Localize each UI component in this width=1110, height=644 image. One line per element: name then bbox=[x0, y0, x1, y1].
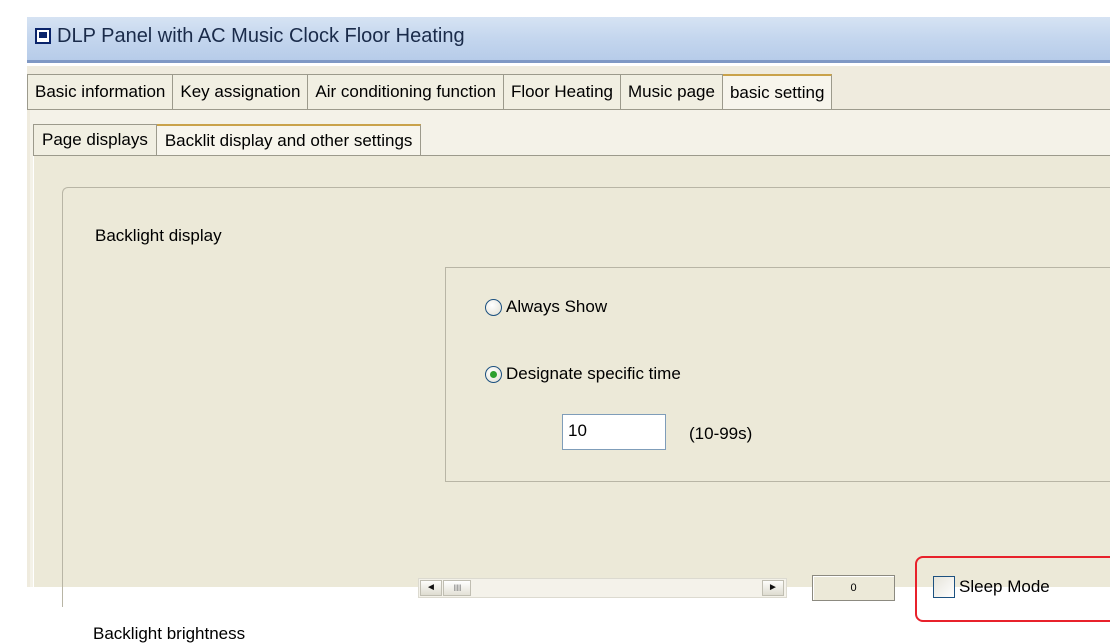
tab-key-assignation[interactable]: Key assignation bbox=[173, 74, 309, 109]
backlight-time-range-label: (10-99s) bbox=[689, 424, 753, 443]
backlight-brightness-value: 0 bbox=[812, 575, 895, 601]
main-tab-bar: Basic information Key assignation Air co… bbox=[27, 74, 833, 109]
backlight-display-label: Backlight display bbox=[95, 226, 222, 245]
backlit-settings-content: Backlight display Always Show Designate … bbox=[33, 156, 1110, 643]
backlight-display-options-group: Always Show Designate specific time 10 (… bbox=[445, 267, 1110, 482]
tab-page-displays[interactable]: Page displays bbox=[33, 124, 157, 155]
tab-music-page[interactable]: Music page bbox=[621, 74, 723, 109]
window-titlebar: DLP Panel with AC Music Clock Floor Heat… bbox=[27, 17, 1110, 63]
window-app-icon bbox=[35, 28, 51, 44]
radio-designate-specific-time-button[interactable] bbox=[485, 365, 502, 383]
tab-air-conditioning-function[interactable]: Air conditioning function bbox=[308, 74, 504, 109]
sleep-mode-label[interactable]: Sleep Mode bbox=[959, 577, 1050, 597]
radio-designate-specific-time[interactable]: Designate specific time bbox=[485, 364, 681, 384]
backlight-brightness-scrollbar[interactable]: ◄ IIIII ► bbox=[418, 578, 787, 598]
backlight-brightness-label: Backlight brightness bbox=[93, 624, 246, 643]
radio-always-show[interactable]: Always Show bbox=[485, 297, 607, 317]
basic-setting-page: Page displays Backlit display and other … bbox=[30, 110, 1110, 643]
backlight-time-input[interactable]: 10 bbox=[562, 414, 666, 450]
scroll-left-icon[interactable]: ◄ bbox=[420, 580, 442, 596]
tab-basic-setting[interactable]: basic setting bbox=[722, 74, 833, 109]
tab-floor-heating[interactable]: Floor Heating bbox=[503, 74, 621, 109]
tab-backlit-display-settings[interactable]: Backlit display and other settings bbox=[156, 124, 422, 155]
window-title: DLP Panel with AC Music Clock Floor Heat… bbox=[57, 25, 465, 47]
radio-always-show-label[interactable]: Always Show bbox=[506, 297, 607, 317]
scroll-right-icon[interactable]: ► bbox=[762, 580, 784, 596]
sub-tab-bar: Page displays Backlit display and other … bbox=[33, 124, 422, 155]
sleep-mode-checkbox[interactable] bbox=[933, 576, 955, 598]
scrollbar-thumb[interactable]: IIIII bbox=[443, 580, 471, 596]
radio-designate-specific-time-label[interactable]: Designate specific time bbox=[506, 364, 681, 384]
tab-basic-information[interactable]: Basic information bbox=[27, 74, 174, 109]
main-panel: Basic information Key assignation Air co… bbox=[27, 66, 1110, 643]
radio-always-show-button[interactable] bbox=[485, 298, 502, 316]
settings-groupbox: Backlight display Always Show Designate … bbox=[62, 187, 1110, 643]
